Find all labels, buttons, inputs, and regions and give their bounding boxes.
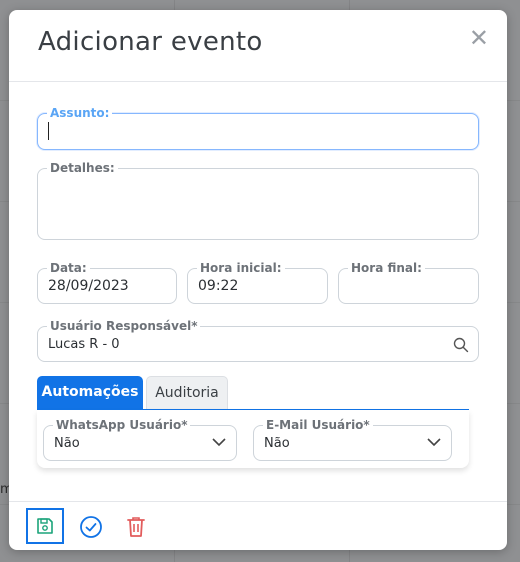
trash-icon [127,517,145,537]
whatsapp-label: WhatsApp Usuário* [53,418,191,432]
email-usuario-select[interactable]: E-Mail Usuário* Não [253,418,452,461]
save-icon [37,518,53,534]
text-caret [48,122,49,140]
email-label: E-Mail Usuário* [263,418,373,432]
tab-automacoes[interactable]: Automações [37,376,143,409]
chevron-down-icon [427,438,441,447]
whatsapp-value: Não [54,436,80,451]
hora-inicial-label: Hora inicial: [197,261,285,275]
data-field[interactable]: Data: 28/09/2023 [37,261,177,304]
search-icon[interactable] [453,337,469,353]
assunto-label: Assunto: [47,106,113,120]
modal-footer [9,501,507,550]
confirm-button[interactable] [79,515,103,543]
usuario-responsavel-field[interactable]: Usuário Responsável* Lucas R - 0 [37,319,479,362]
tabs-bar: Automações Auditoria [37,376,469,411]
modal-title: Adicionar evento [38,27,263,57]
save-button[interactable] [26,508,64,544]
automacoes-panel: WhatsApp Usuário* Não E-Mail Usuário* Nã… [37,410,469,468]
whatsapp-usuario-select[interactable]: WhatsApp Usuário* Não [43,418,237,461]
chevron-down-icon [212,438,226,447]
hora-final-field[interactable]: Hora final: [338,261,479,304]
detalhes-label: Detalhes: [47,161,118,175]
usuario-label: Usuário Responsável* [47,319,201,333]
check-circle-icon [80,516,102,538]
add-event-modal: Adicionar evento ✕ Assunto: Detalhes: Da… [9,10,507,550]
detalhes-field[interactable]: Detalhes: [37,161,479,240]
delete-button[interactable] [125,515,147,543]
assunto-field[interactable]: Assunto: [37,106,479,150]
email-value: Não [264,436,290,451]
modal-header: Adicionar evento ✕ [9,10,507,82]
close-icon[interactable]: ✕ [469,26,489,50]
data-label: Data: [47,261,90,275]
tab-auditoria[interactable]: Auditoria [146,376,228,409]
hora-inicial-value: 09:22 [198,278,239,294]
data-value: 28/09/2023 [48,278,129,294]
hora-inicial-field[interactable]: Hora inicial: 09:22 [187,261,328,304]
hora-final-label: Hora final: [348,261,425,275]
usuario-value: Lucas R - 0 [48,337,120,352]
